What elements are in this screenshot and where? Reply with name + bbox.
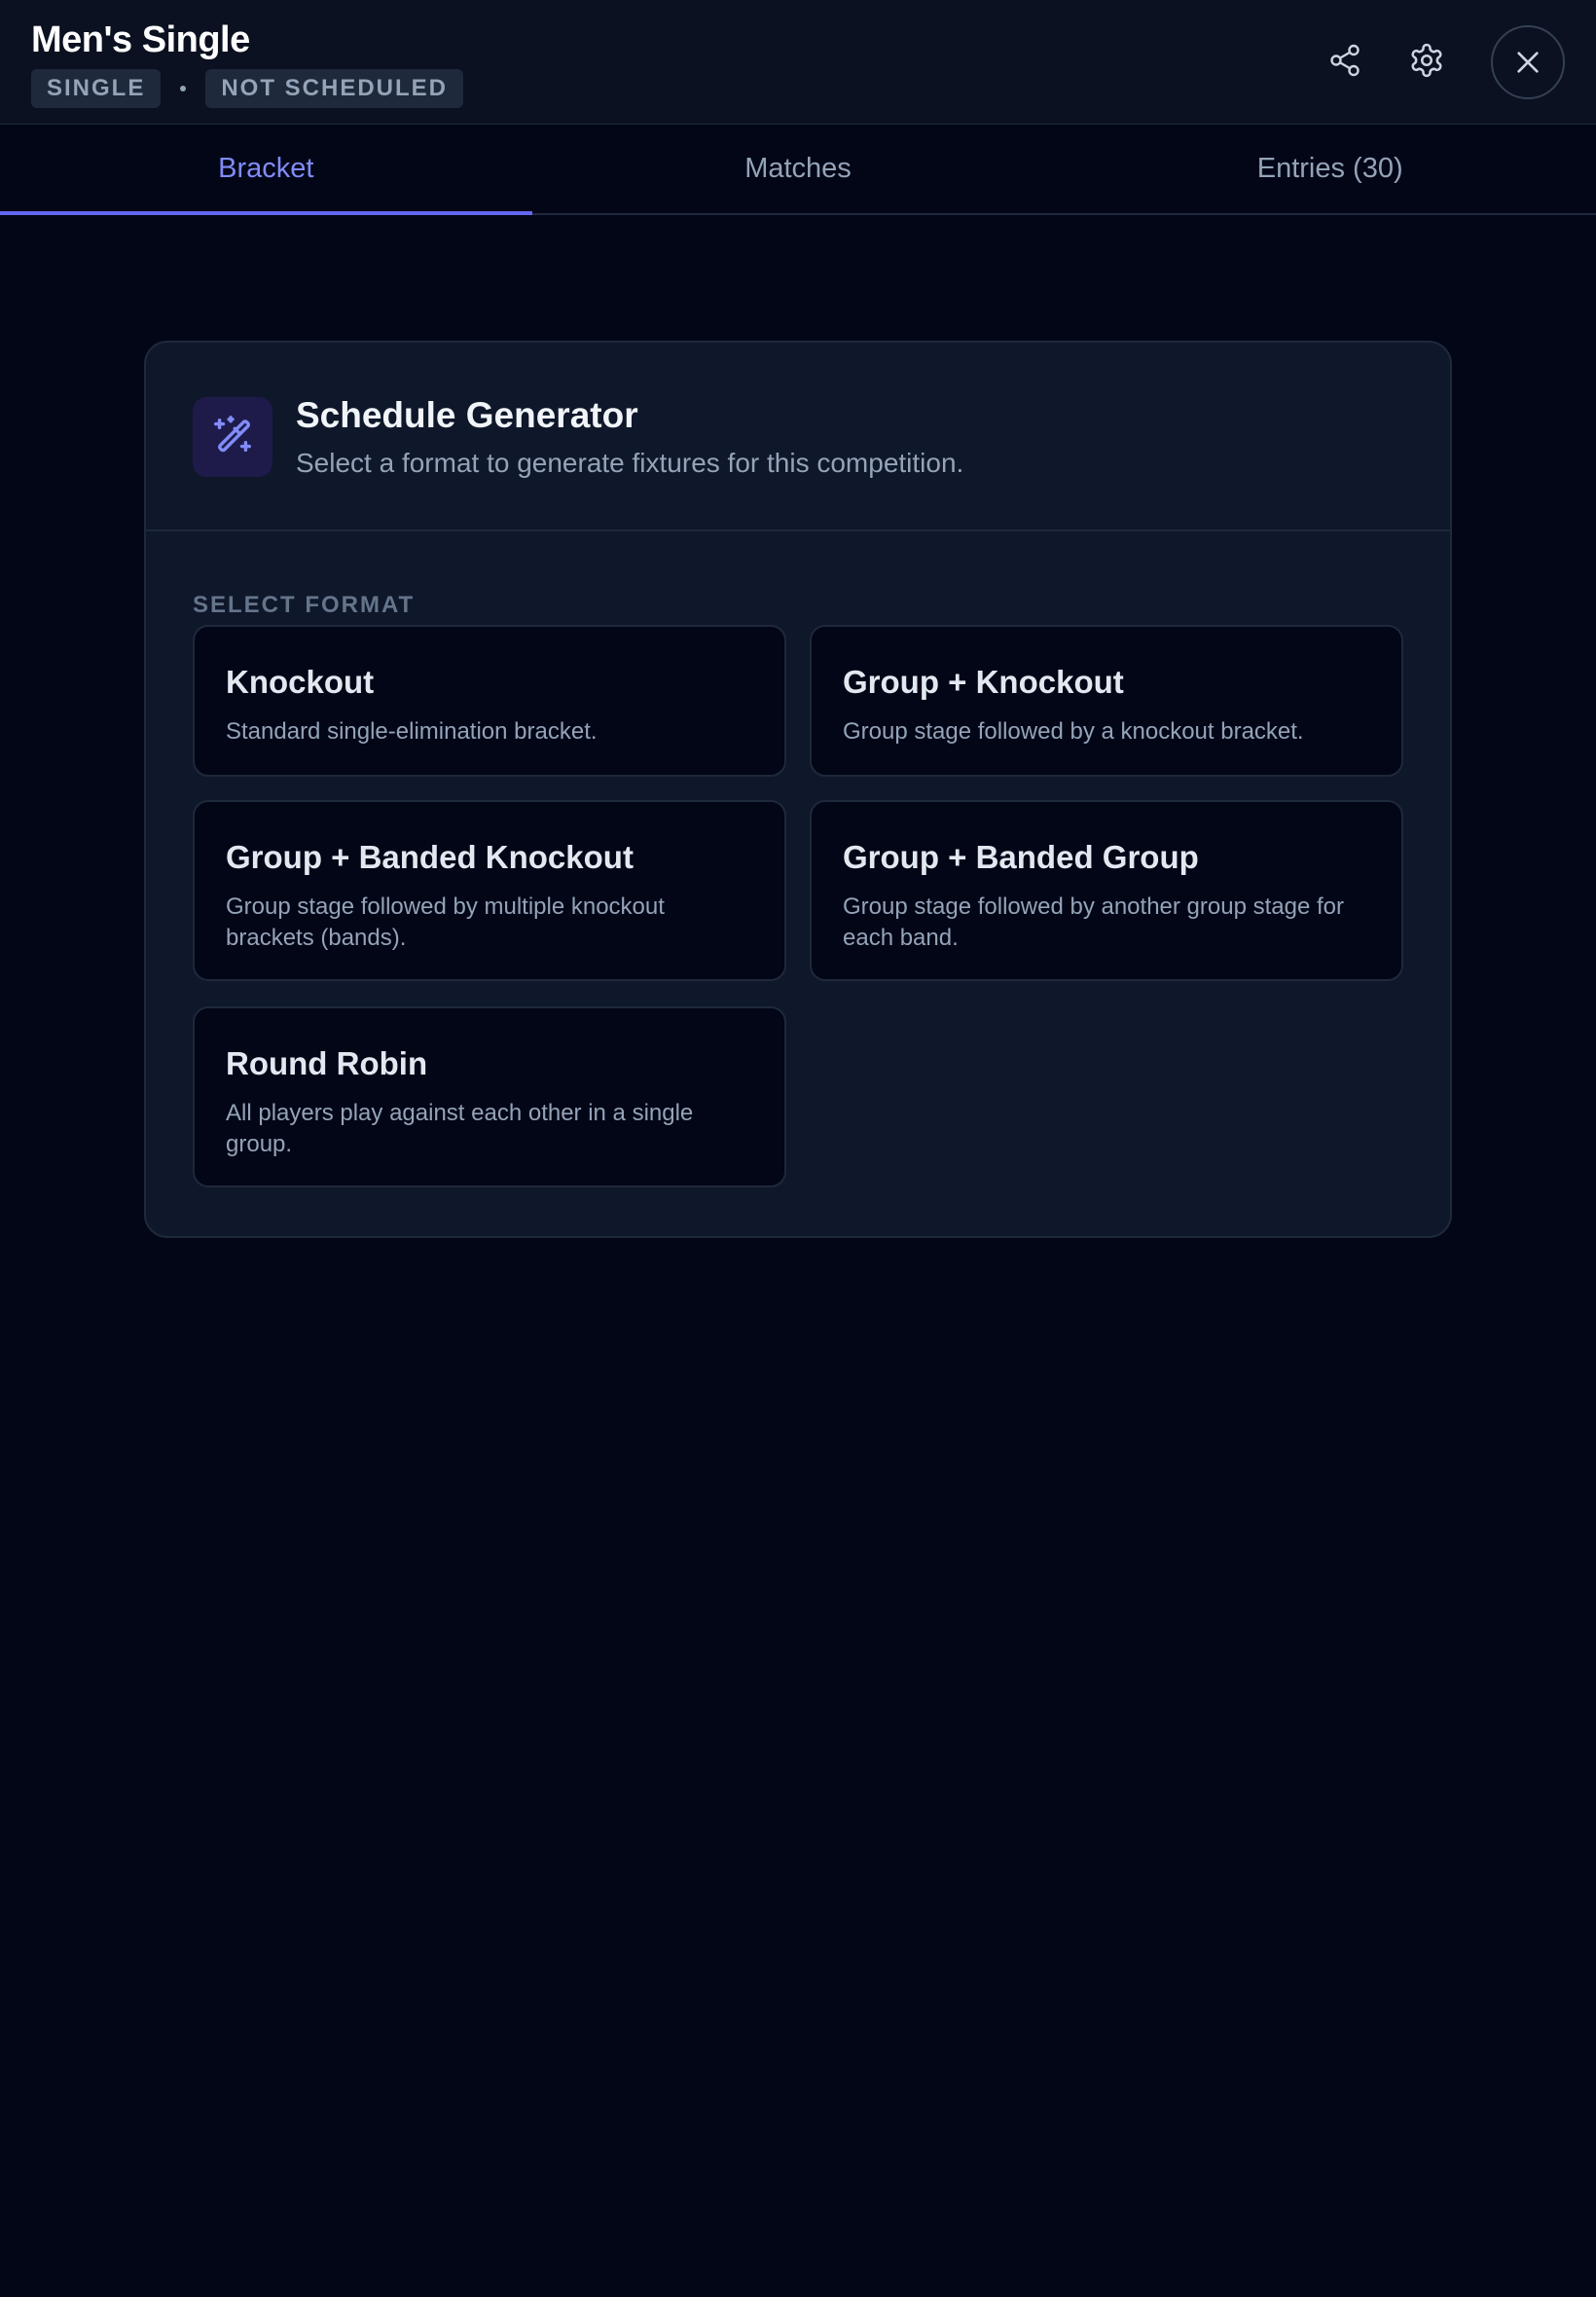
- card-header: Schedule Generator Select a format to ge…: [146, 343, 1450, 531]
- card-subtitle: Select a format to generate fixtures for…: [296, 448, 964, 478]
- schedule-generator-card: Schedule Generator Select a format to ge…: [144, 341, 1452, 1238]
- header: Men's Single SINGLE NOT SCHEDULED: [0, 0, 1596, 125]
- magic-wand-icon: [214, 416, 251, 453]
- format-description: Standard single-elimination bracket.: [226, 718, 598, 745]
- format-option-group-banded-group[interactable]: Group + Banded Group Group stage followe…: [810, 800, 1403, 981]
- format-title: Round Robin: [226, 1045, 428, 1081]
- card-title: Schedule Generator: [296, 395, 638, 435]
- generator-icon-box: [193, 397, 272, 477]
- format-title: Group + Banded Knockout: [226, 839, 634, 875]
- share-button[interactable]: [1316, 31, 1374, 90]
- schedule-status-badge: NOT SCHEDULED: [205, 69, 464, 108]
- tab-bracket[interactable]: Bracket: [0, 125, 532, 215]
- settings-button[interactable]: [1397, 31, 1456, 90]
- share-icon: [1330, 44, 1360, 77]
- format-option-knockout[interactable]: Knockout Standard single-elimination bra…: [193, 625, 786, 777]
- format-title: Group + Banded Group: [843, 839, 1199, 875]
- tab-bar: Bracket Matches Entries (30): [0, 125, 1596, 215]
- format-title: Knockout: [226, 664, 375, 700]
- tab-matches[interactable]: Matches: [532, 125, 1065, 213]
- page-title: Men's Single: [31, 19, 250, 60]
- format-description: Group stage followed by a knockout brack…: [843, 718, 1304, 745]
- close-icon: [1517, 52, 1539, 73]
- format-description: All players play against each other in a…: [226, 1100, 694, 1157]
- format-description: Group stage followed by multiple knockou…: [226, 893, 665, 951]
- status-badges: SINGLE NOT SCHEDULED: [31, 69, 464, 108]
- close-button[interactable]: [1491, 25, 1565, 99]
- format-option-group-knockout[interactable]: Group + Knockout Group stage followed by…: [810, 625, 1403, 777]
- gear-icon: [1411, 43, 1442, 78]
- separator-dot: [180, 86, 187, 91]
- tab-entries[interactable]: Entries (30): [1064, 125, 1596, 213]
- type-badge: SINGLE: [31, 69, 162, 108]
- format-option-round-robin[interactable]: Round Robin All players play against eac…: [193, 1006, 786, 1187]
- format-description: Group stage followed by another group st…: [843, 893, 1344, 951]
- format-option-group-banded-knockout[interactable]: Group + Banded Knockout Group stage foll…: [193, 800, 786, 981]
- format-title: Group + Knockout: [843, 664, 1124, 700]
- section-label: SELECT FORMAT: [193, 592, 416, 618]
